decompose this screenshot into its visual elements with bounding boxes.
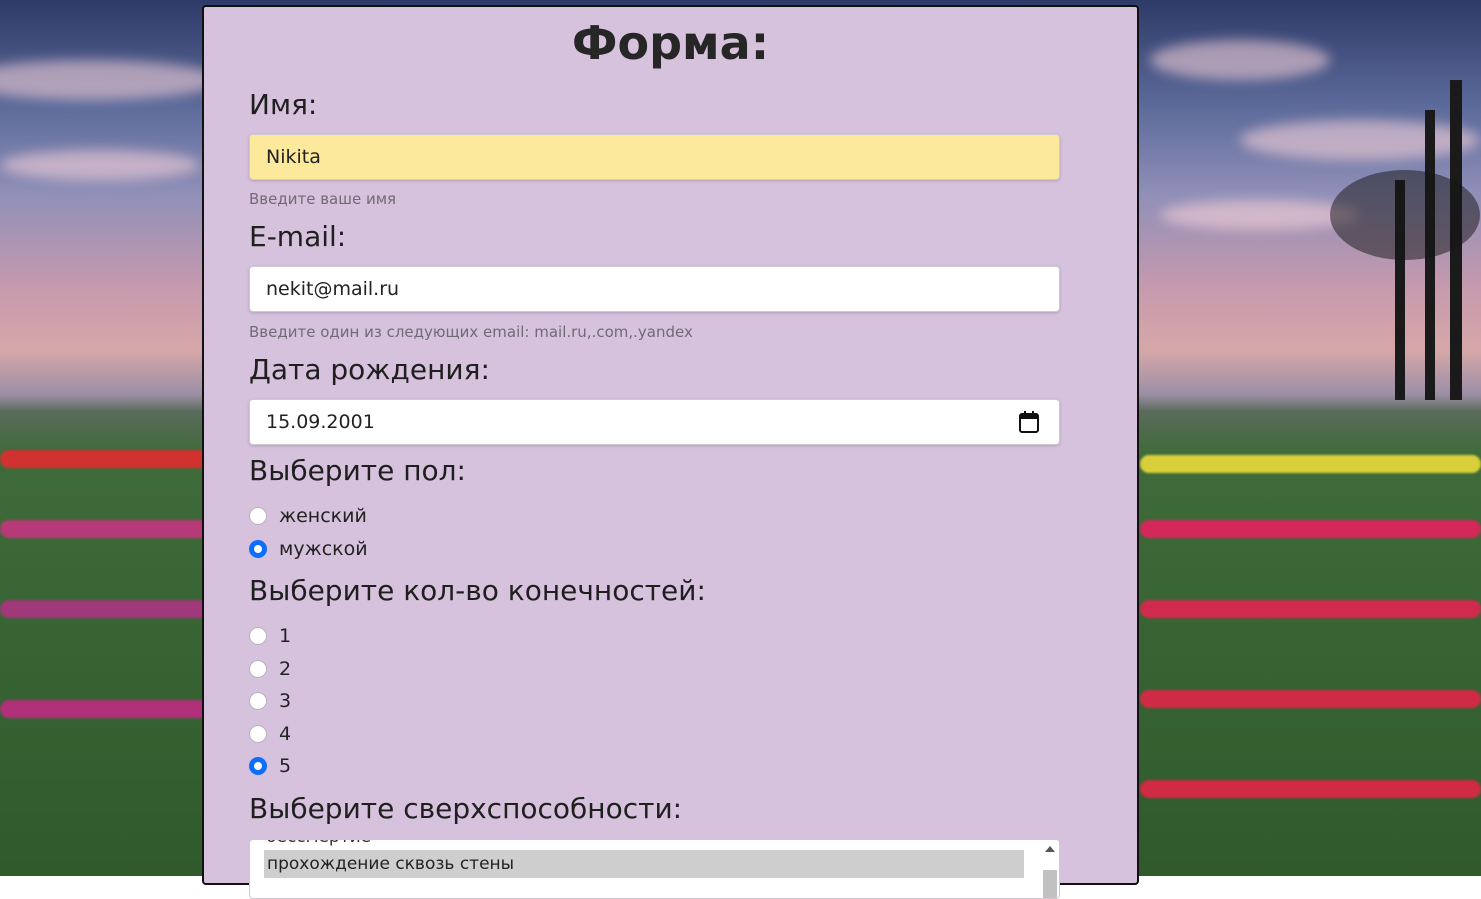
- scrollbar-thumb[interactable]: [1043, 870, 1057, 898]
- gender-radio-male[interactable]: [249, 540, 267, 558]
- limbs-option-5[interactable]: 5: [249, 754, 291, 778]
- gender-option-label: мужской: [279, 538, 368, 560]
- email-input[interactable]: nekit@mail.ru: [249, 266, 1060, 312]
- limbs-option-label: 1: [279, 625, 292, 647]
- abilities-multiselect[interactable]: бессмертие прохождение сквозь стены: [249, 839, 1060, 899]
- calendar-icon[interactable]: [1019, 411, 1039, 433]
- gender-label: Выберите пол:: [249, 454, 466, 487]
- abilities-option[interactable]: бессмертие: [266, 840, 371, 848]
- limbs-option-1[interactable]: 1: [249, 624, 291, 648]
- gender-option-label: женский: [279, 505, 367, 527]
- limbs-option-4[interactable]: 4: [249, 722, 291, 746]
- name-input[interactable]: Nikita: [249, 134, 1060, 180]
- limbs-option-label: 3: [279, 690, 292, 712]
- name-input-value: Nikita: [266, 146, 321, 168]
- gender-option-male[interactable]: мужской: [249, 537, 368, 561]
- scroll-up-arrow-icon[interactable]: [1045, 846, 1055, 852]
- birthdate-label: Дата рождения:: [249, 353, 490, 386]
- email-label: E-mail:: [249, 220, 347, 253]
- email-input-value: nekit@mail.ru: [266, 278, 400, 300]
- limbs-radio-2[interactable]: [249, 660, 267, 678]
- form-title: Форма:: [571, 16, 770, 70]
- limbs-option-label: 4: [279, 723, 292, 745]
- form-panel: Форма: Имя: Nikita Введите ваше имя E-ma…: [202, 5, 1139, 899]
- limbs-radio-5[interactable]: [249, 757, 267, 775]
- birthdate-input-value: 15.09.2001: [266, 411, 375, 433]
- name-hint: Введите ваше имя: [249, 190, 397, 208]
- limbs-label: Выберите кол-во конечностей:: [249, 574, 706, 607]
- limbs-radio-4[interactable]: [249, 725, 267, 743]
- limbs-option-label: 5: [279, 755, 292, 777]
- name-label: Имя:: [249, 88, 318, 121]
- limbs-option-2[interactable]: 2: [249, 657, 291, 681]
- abilities-option-selected[interactable]: прохождение сквозь стены: [264, 850, 1024, 878]
- gender-radio-female[interactable]: [249, 507, 267, 525]
- limbs-option-label: 2: [279, 658, 292, 680]
- limbs-radio-1[interactable]: [249, 627, 267, 645]
- birthdate-input[interactable]: 15.09.2001: [249, 399, 1060, 445]
- email-hint: Введите один из следующих email: mail.ru…: [249, 323, 693, 341]
- gender-option-female[interactable]: женский: [249, 504, 367, 528]
- abilities-label: Выберите сверхспособности:: [249, 792, 683, 825]
- limbs-radio-3[interactable]: [249, 692, 267, 710]
- limbs-option-3[interactable]: 3: [249, 689, 291, 713]
